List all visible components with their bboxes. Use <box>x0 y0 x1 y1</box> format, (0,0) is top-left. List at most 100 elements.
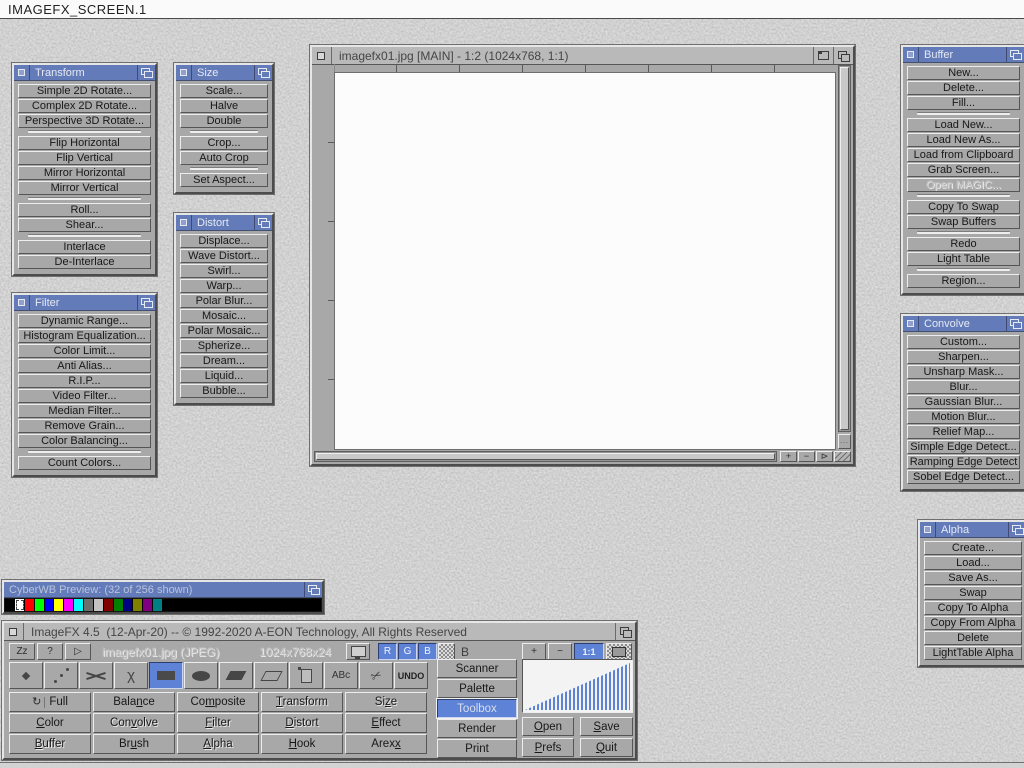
filter-color-limit-button[interactable]: Color Limit... <box>18 344 151 358</box>
distort-spherize-button[interactable]: Spherize... <box>180 339 268 353</box>
palette-swatch-14[interactable] <box>143 599 153 611</box>
transform-de-interlace-button[interactable]: De-Interlace <box>18 255 151 269</box>
convolve-motion-blur-button[interactable]: Motion Blur... <box>907 410 1020 424</box>
vertical-scrollbar[interactable] <box>838 65 851 432</box>
buffer-copy-to-swap-button[interactable]: Copy To Swap <box>907 200 1020 214</box>
ellipse-tool-button[interactable] <box>184 662 218 689</box>
palette-swatch-25[interactable] <box>252 599 262 611</box>
palette-swatch-2[interactable] <box>25 599 35 611</box>
point-tool-button[interactable] <box>9 662 43 689</box>
pan-button[interactable]: ⊳ <box>816 451 833 462</box>
view-zoom-out-button[interactable]: − <box>548 643 572 660</box>
size-halve-button[interactable]: Halve <box>180 99 268 113</box>
palette-swatch-28[interactable] <box>282 599 292 611</box>
convolve-blur-button[interactable]: Blur... <box>907 380 1020 394</box>
alpha-lighttable-alpha-button[interactable]: LightTable Alpha <box>924 646 1022 660</box>
transform-complex-2d-rotate-button[interactable]: Complex 2D Rotate... <box>18 99 151 113</box>
close-gadget-icon[interactable] <box>14 295 30 310</box>
convolve-unsharp-mask-button[interactable]: Unsharp Mask... <box>907 365 1020 379</box>
distort-mosaic-button[interactable]: Mosaic... <box>180 309 268 323</box>
toolbar-composite-button[interactable]: Composite <box>177 692 259 712</box>
palette-swatch-21[interactable] <box>212 599 222 611</box>
screen-mode-button[interactable] <box>346 643 370 660</box>
freehand-tool-button[interactable] <box>79 662 113 689</box>
close-gadget-icon[interactable] <box>920 522 936 537</box>
palette-window-titlebar[interactable]: CyberWB Preview: (32 of 256 shown) <box>4 582 322 598</box>
distort-swirl-button[interactable]: Swirl... <box>180 264 268 278</box>
alpha-create-button[interactable]: Create... <box>924 541 1022 555</box>
toolbar-quit-button[interactable]: Quit <box>580 738 633 757</box>
transform-perspective-3d-rotate-button[interactable]: Perspective 3D Rotate... <box>18 114 151 128</box>
zoom-ratio-button[interactable]: 1:1 <box>574 643 604 660</box>
transform-flip-horizontal-button[interactable]: Flip Horizontal <box>18 136 151 150</box>
toolbar-brush-button[interactable]: Brush <box>93 734 175 754</box>
toolbar-full-button[interactable]: ↻Full <box>9 692 91 712</box>
palette-swatch-3[interactable] <box>35 599 45 611</box>
polygon-tool-button[interactable] <box>219 662 253 689</box>
horizontal-scrollbar[interactable] <box>314 451 777 462</box>
buffer-swap-buffers-button[interactable]: Swap Buffers <box>907 215 1020 229</box>
transform-mirror-horizontal-button[interactable]: Mirror Horizontal <box>18 166 151 180</box>
filter-r-i-p-button[interactable]: R.I.P... <box>18 374 151 388</box>
size-scale-button[interactable]: Scale... <box>180 84 268 98</box>
alpha-save-as-button[interactable]: Save As... <box>924 571 1022 585</box>
buffer-light-table-button[interactable]: Light Table <box>907 252 1020 266</box>
depth-gadget-icon[interactable] <box>1006 316 1024 331</box>
palette-swatch-13[interactable] <box>133 599 143 611</box>
palette-swatch-19[interactable] <box>193 599 203 611</box>
vertical-scroll-thumb[interactable] <box>840 67 849 430</box>
close-gadget-icon[interactable] <box>312 47 332 64</box>
box-tool-button[interactable] <box>149 662 183 689</box>
depth-gadget-icon[interactable] <box>1008 522 1024 537</box>
palette-swatch-1[interactable] <box>15 599 25 611</box>
toolbar-palette-button[interactable]: Palette <box>437 679 517 698</box>
buffer-delete-button[interactable]: Delete... <box>907 81 1020 95</box>
size-panel-titlebar[interactable]: Size <box>176 65 272 81</box>
filter-median-filter-button[interactable]: Median Filter... <box>18 404 151 418</box>
toolbar-prefs-button[interactable]: Prefs <box>522 738 574 757</box>
palette-swatch-15[interactable] <box>153 599 163 611</box>
play-macro-button[interactable]: ▷ <box>65 643 91 660</box>
resize-gadget-icon[interactable] <box>834 451 851 462</box>
palette-swatch-24[interactable] <box>242 599 252 611</box>
size-double-button[interactable]: Double <box>180 114 268 128</box>
filter-anti-alias-button[interactable]: Anti Alias... <box>18 359 151 373</box>
depth-gadget-icon[interactable] <box>254 215 272 230</box>
curve-tool-button[interactable] <box>114 662 148 689</box>
palette-swatch-0[interactable] <box>5 599 15 611</box>
palette-swatch-23[interactable] <box>232 599 242 611</box>
distort-polar-blur-button[interactable]: Polar Blur... <box>180 294 268 308</box>
toolbar-toolbox-button[interactable]: Toolbox <box>437 699 517 718</box>
palette-swatch-18[interactable] <box>183 599 193 611</box>
keyboard-gadget-icon[interactable]: ... <box>838 434 851 449</box>
palette-swatch-7[interactable] <box>74 599 84 611</box>
palette-swatch-4[interactable] <box>45 599 55 611</box>
alpha-load-button[interactable]: Load... <box>924 556 1022 570</box>
distort-liquid-button[interactable]: Liquid... <box>180 369 268 383</box>
depth-gadget-icon[interactable] <box>833 47 853 64</box>
close-gadget-icon[interactable] <box>176 65 192 80</box>
toolbar-color-button[interactable]: Color <box>9 713 91 733</box>
filter-color-balancing-button[interactable]: Color Balancing... <box>18 434 151 448</box>
palette-swatch-29[interactable] <box>291 599 301 611</box>
toolbar-open-button[interactable]: Open <box>522 717 574 736</box>
sleep-button[interactable]: Zz <box>9 643 35 660</box>
palette-swatch-5[interactable] <box>54 599 64 611</box>
depth-gadget-icon[interactable] <box>304 582 322 597</box>
undo-button[interactable]: UNDO <box>394 662 428 689</box>
dither-toggle[interactable] <box>438 643 455 660</box>
palette-swatch-30[interactable] <box>301 599 311 611</box>
depth-gadget-icon[interactable] <box>615 623 635 640</box>
buffer-load-from-clipboard-button[interactable]: Load from Clipboard <box>907 148 1020 162</box>
filter-remove-grain-button[interactable]: Remove Grain... <box>18 419 151 433</box>
distort-wave-distort-button[interactable]: Wave Distort... <box>180 249 268 263</box>
palette-swatch-31[interactable] <box>311 599 321 611</box>
palette-swatch-9[interactable] <box>94 599 104 611</box>
palette-swatch-10[interactable] <box>104 599 114 611</box>
tag-tool-button[interactable] <box>289 662 323 689</box>
zoom-out-button[interactable]: − <box>798 451 815 462</box>
fill-tool-button[interactable] <box>254 662 288 689</box>
filter-histogram-equalization-button[interactable]: Histogram Equalization... <box>18 329 151 343</box>
toolbar-save-button[interactable]: Save <box>580 717 633 736</box>
alpha-delete-button[interactable]: Delete <box>924 631 1022 645</box>
